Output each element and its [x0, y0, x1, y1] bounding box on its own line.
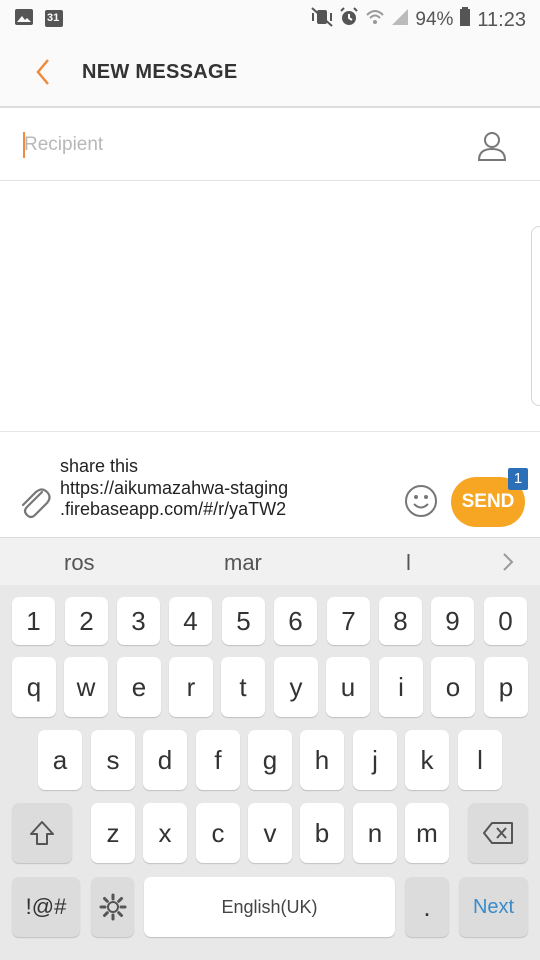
- suggestion-item[interactable]: l: [406, 550, 411, 576]
- expand-suggestions-button[interactable]: [500, 552, 516, 572]
- gear-icon: [99, 893, 126, 921]
- key[interactable]: 5: [222, 597, 265, 645]
- shift-key[interactable]: [12, 803, 72, 863]
- key[interactable]: u: [326, 657, 370, 717]
- key[interactable]: d: [143, 730, 187, 790]
- backspace-icon: [483, 822, 513, 844]
- key[interactable]: k: [405, 730, 449, 790]
- key[interactable]: w: [64, 657, 108, 717]
- back-button[interactable]: [30, 56, 58, 88]
- message-line: .firebaseapp.com/#/r/yaTW2: [60, 499, 287, 519]
- suggestion-bar: ros mar l: [0, 537, 540, 586]
- symbols-key[interactable]: !@#: [12, 877, 80, 937]
- app-bar: NEW MESSAGE: [0, 36, 540, 108]
- page-title: NEW MESSAGE: [82, 61, 238, 83]
- key[interactable]: c: [196, 803, 240, 863]
- paperclip-icon: [21, 488, 51, 519]
- mute-vibrate-icon: [311, 7, 334, 33]
- status-bar: 31 94% 11:23: [0, 0, 540, 36]
- key[interactable]: l: [458, 730, 502, 790]
- key[interactable]: 7: [327, 597, 370, 645]
- key[interactable]: n: [353, 803, 397, 863]
- contact-person-icon: [477, 132, 507, 161]
- next-key[interactable]: Next: [459, 877, 528, 937]
- battery-percent: 94%: [415, 9, 454, 30]
- conversation-area: [0, 181, 540, 431]
- key[interactable]: m: [405, 803, 449, 863]
- recipient-input[interactable]: [24, 130, 444, 160]
- send-count-badge: 1: [508, 468, 528, 490]
- key[interactable]: j: [353, 730, 397, 790]
- key[interactable]: f: [196, 730, 240, 790]
- key[interactable]: r: [169, 657, 213, 717]
- key[interactable]: 8: [379, 597, 422, 645]
- shift-arrow-icon: [30, 821, 54, 845]
- emoji-button[interactable]: [404, 484, 438, 518]
- key[interactable]: e: [117, 657, 161, 717]
- key[interactable]: 6: [274, 597, 317, 645]
- key[interactable]: b: [300, 803, 344, 863]
- message-composer: share this https://aikumazahwa-staging .…: [0, 431, 540, 538]
- key[interactable]: 4: [169, 597, 212, 645]
- key[interactable]: p: [484, 657, 528, 717]
- chevron-left-icon: [36, 59, 49, 85]
- attach-button[interactable]: [14, 482, 54, 522]
- key[interactable]: x: [143, 803, 187, 863]
- message-line: share this: [60, 456, 139, 476]
- alarm-icon: [339, 7, 359, 33]
- text-cursor: [23, 132, 25, 158]
- contact-picker-button[interactable]: [474, 128, 510, 164]
- chevron-right-icon: [503, 553, 514, 571]
- smiley-icon: [405, 485, 437, 517]
- message-input[interactable]: share this https://aikumazahwa-staging .…: [60, 456, 390, 521]
- battery-icon: [459, 7, 471, 33]
- settings-key[interactable]: [91, 877, 134, 937]
- signal-icon: [391, 8, 409, 32]
- key[interactable]: g: [248, 730, 292, 790]
- key[interactable]: a: [38, 730, 82, 790]
- key[interactable]: o: [431, 657, 475, 717]
- key[interactable]: 9: [431, 597, 474, 645]
- key[interactable]: t: [221, 657, 265, 717]
- key[interactable]: h: [300, 730, 344, 790]
- keyboard: 1 2 3 4 5 6 7 8 9 0 q w e r t y u i o p …: [0, 585, 540, 960]
- key[interactable]: i: [379, 657, 423, 717]
- key[interactable]: 3: [117, 597, 160, 645]
- key[interactable]: 0: [484, 597, 527, 645]
- period-key[interactable]: .: [405, 877, 449, 937]
- calendar-day: 31: [47, 12, 60, 24]
- gallery-icon: [14, 8, 34, 34]
- wifi-icon: [365, 7, 385, 33]
- key[interactable]: q: [12, 657, 56, 717]
- key[interactable]: v: [248, 803, 292, 863]
- space-key[interactable]: English(UK): [144, 877, 395, 937]
- backspace-key[interactable]: [468, 803, 528, 863]
- key[interactable]: y: [274, 657, 318, 717]
- message-line: https://aikumazahwa-staging: [60, 477, 289, 498]
- suggestion-item[interactable]: ros: [64, 550, 95, 576]
- key[interactable]: z: [91, 803, 135, 863]
- status-time: 11:23: [477, 8, 526, 31]
- scroll-handle[interactable]: [531, 226, 540, 406]
- key[interactable]: 2: [65, 597, 108, 645]
- calendar-icon: 31: [44, 8, 64, 34]
- key[interactable]: s: [91, 730, 135, 790]
- suggestion-item[interactable]: mar: [224, 550, 262, 576]
- recipient-row: [0, 108, 540, 181]
- key[interactable]: 1: [12, 597, 55, 645]
